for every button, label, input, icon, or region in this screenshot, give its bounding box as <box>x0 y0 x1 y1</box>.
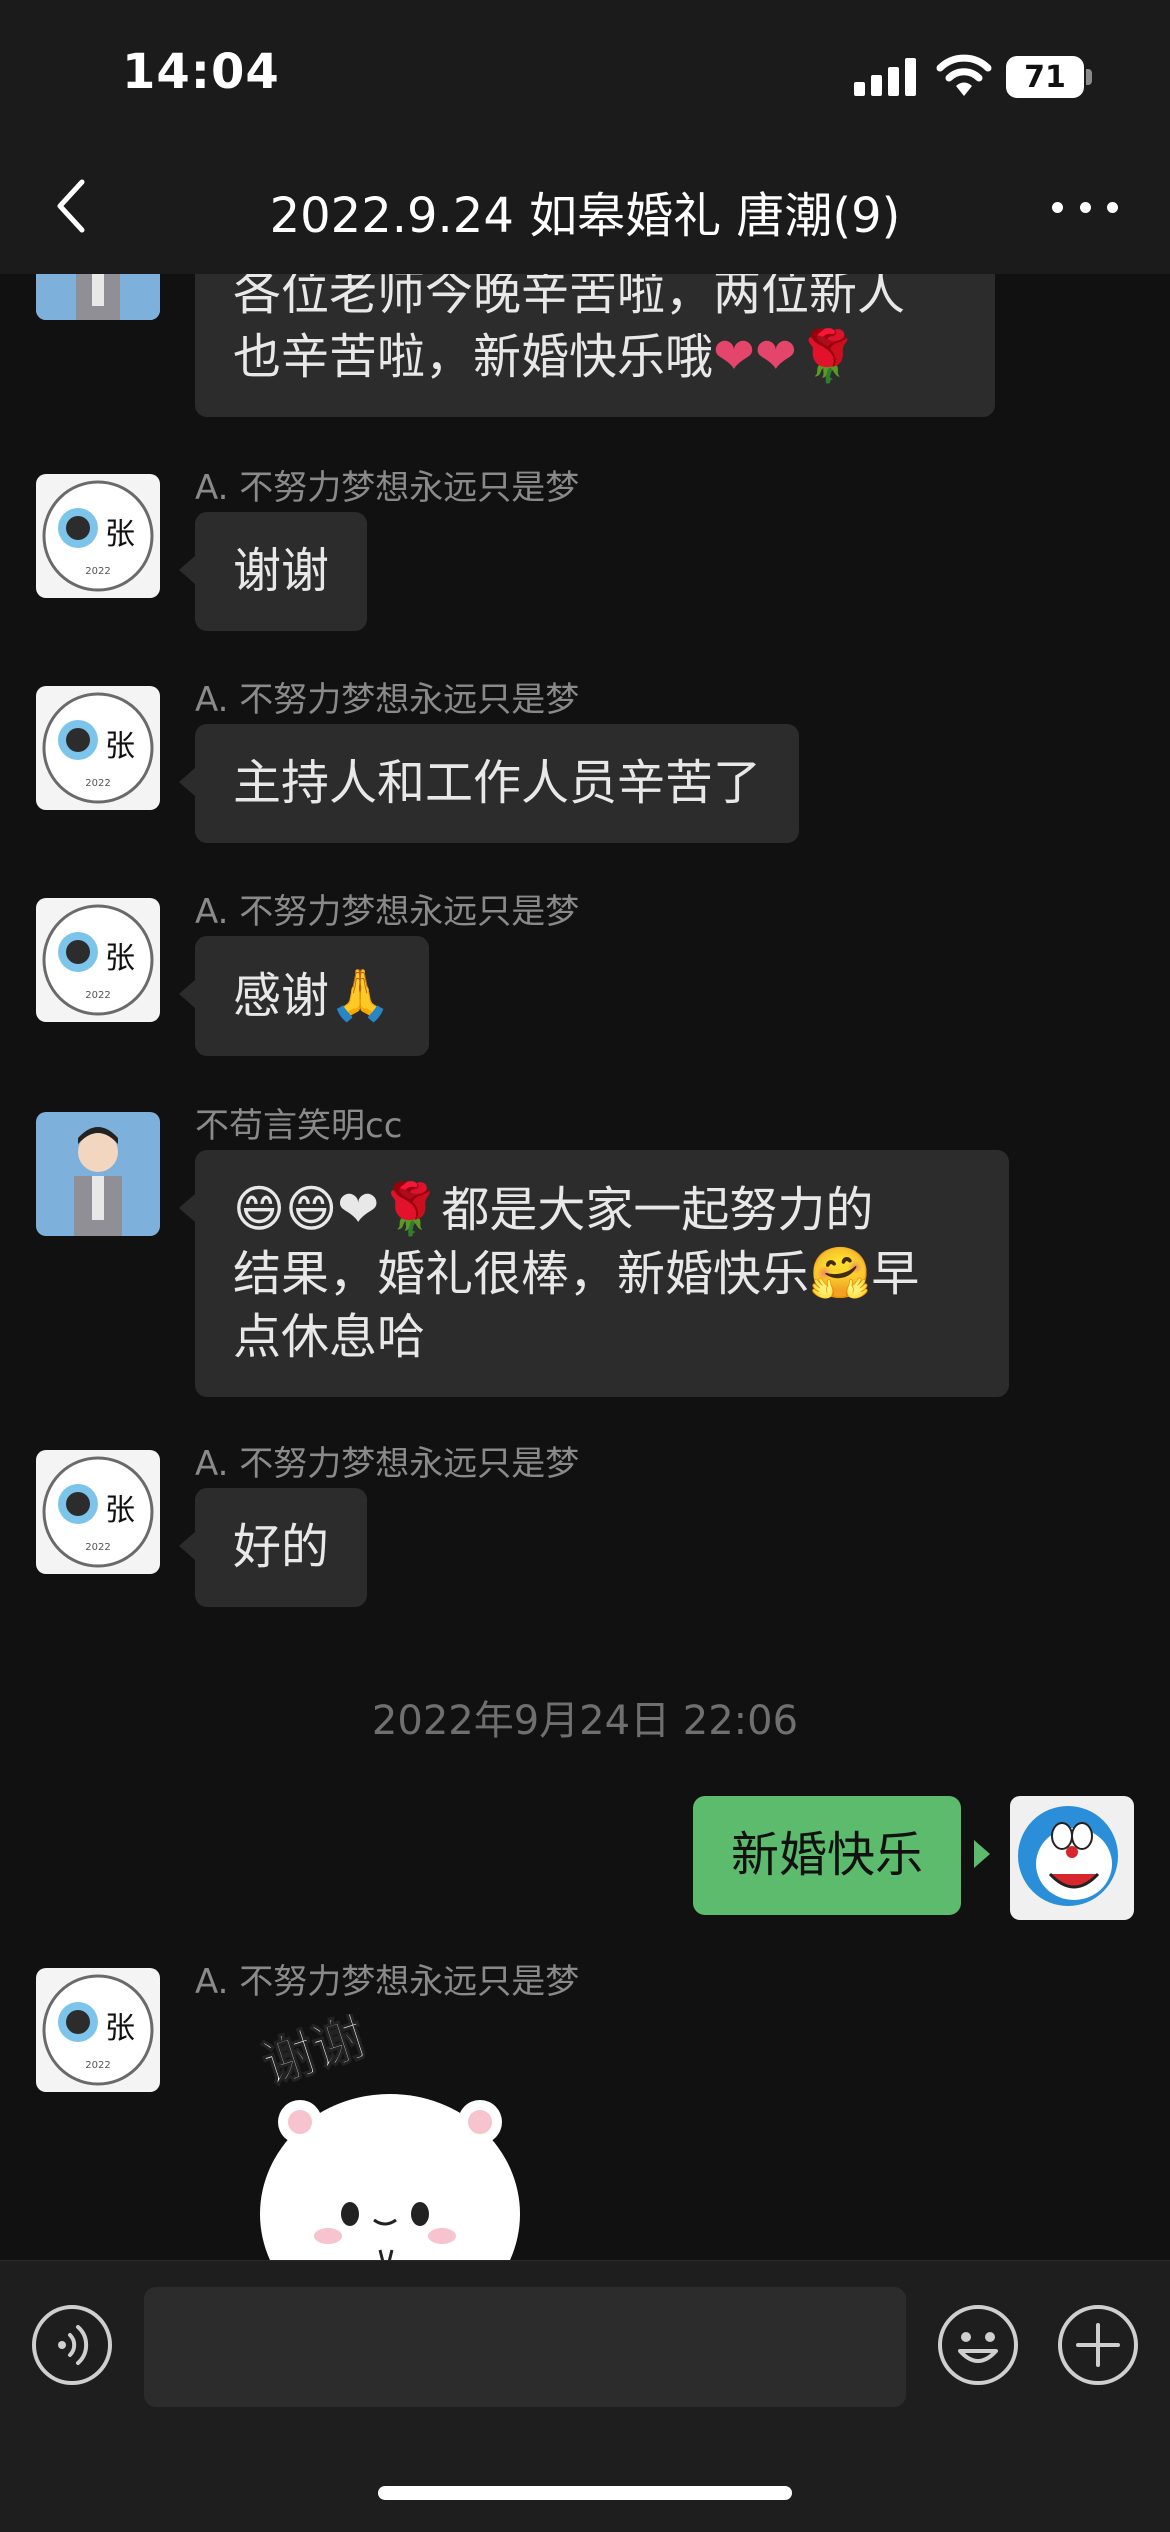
message-line: 早 <box>871 1246 920 1302</box>
sticker[interactable]: 谢谢 <box>200 2006 540 2260</box>
sender-name: A. 不努力梦想永远只是梦 <box>195 468 580 508</box>
more-dots-icon <box>1052 201 1063 213</box>
avatar-zhang[interactable]: 张 2022 <box>36 474 160 598</box>
avatar-zhang-text: 张 <box>105 517 135 552</box>
wifi-icon <box>936 54 992 96</box>
avatar-year-text: 2022 <box>85 990 110 1001</box>
nav-bar: 2022.9.24 如皋婚礼 唐潮(9) <box>0 140 1170 274</box>
message-bubble[interactable]: 谢谢 <box>195 512 368 631</box>
message-line: 也辛苦啦，新婚快乐哦 <box>233 329 714 385</box>
message-line: 各位老师今晚辛苦啦，两位新人 <box>233 274 906 321</box>
avatar-year-text: 2022 <box>85 566 110 577</box>
avatar-year-text: 2022 <box>85 778 110 789</box>
avatar-zhang[interactable]: 张 2022 <box>36 686 160 810</box>
more-button[interactable] <box>1052 190 1118 224</box>
message-line: 点休息哈 <box>233 1309 426 1365</box>
avatar-year-text: 2022 <box>85 1542 110 1553</box>
status-bar: 14:04 71 <box>0 0 1170 140</box>
avatar-zhang-text: 张 <box>105 1493 135 1528</box>
avatar-self[interactable] <box>1010 1796 1134 1920</box>
home-indicator[interactable] <box>378 2486 792 2500</box>
sticker-text: 谢谢 <box>255 2014 372 2096</box>
battery-level: 71 <box>1006 56 1084 98</box>
signal-icon <box>854 58 916 96</box>
avatar-zhang[interactable]: 张 2022 <box>36 898 160 1022</box>
message-list[interactable]: 各位老师今晚辛苦啦，两位新人 也辛苦啦，新婚快乐哦❤❤🌹 张 2022 A. 不努… <box>0 274 1170 2260</box>
message-input[interactable] <box>144 2287 906 2407</box>
avatar-zhang[interactable]: 张 2022 <box>36 1450 160 1574</box>
voice-icon[interactable] <box>30 2303 114 2387</box>
message-line: 结果，婚礼很棒，新婚快乐 <box>233 1246 810 1302</box>
avatar-year-text: 2022 <box>85 2060 110 2071</box>
message-bubble[interactable]: 好的 <box>195 1488 368 1607</box>
message-bubble-outgoing[interactable]: 新婚快乐 <box>693 1796 962 1915</box>
status-time: 14:04 <box>122 44 280 100</box>
pray-emoji: 🙏 <box>329 966 392 1024</box>
heart-rose-emoji: ❤❤🌹 <box>713 327 860 385</box>
message-bubble[interactable]: 感谢🙏 <box>195 936 430 1056</box>
message-text: 感谢 <box>233 968 330 1024</box>
emoji-icon[interactable] <box>936 2303 1020 2387</box>
sender-name: A. 不努力梦想永远只是梦 <box>195 892 580 932</box>
avatar-zhang-text: 张 <box>105 941 135 976</box>
sender-name: A. 不努力梦想永远只是梦 <box>195 680 580 720</box>
sender-name: A. 不努力梦想永远只是梦 <box>195 1962 580 2002</box>
message-bubble[interactable]: 各位老师今晚辛苦啦，两位新人 也辛苦啦，新婚快乐哦❤❤🌹 <box>195 274 995 417</box>
avatar-mingcc[interactable] <box>36 274 160 320</box>
grin-heart-rose-emoji: 😄😄❤🌹 <box>233 1180 442 1238</box>
message-bubble[interactable]: 主持人和工作人员辛苦了 <box>195 724 800 843</box>
sender-name: 不苟言笑明cc <box>195 1106 403 1146</box>
message-bubble[interactable]: 😄😄❤🌹都是大家一起努力的 结果，婚礼很棒，新婚快乐🤗早 点休息哈 <box>195 1150 1009 1397</box>
plus-icon[interactable] <box>1056 2303 1140 2387</box>
avatar-mingcc[interactable] <box>36 1112 160 1236</box>
hug-emoji: 🤗 <box>809 1244 872 1302</box>
chat-screen: 14:04 71 2022.9.24 如皋婚礼 唐潮(9) 各位老师今晚辛苦啦，… <box>0 0 1170 2532</box>
battery-icon: 71 <box>1006 56 1092 98</box>
timestamp: 2022年9月24日 22:06 <box>371 1698 799 1744</box>
message-line: 都是大家一起努力的 <box>441 1182 874 1238</box>
avatar-zhang-text: 张 <box>105 2011 135 2046</box>
avatar-zhang[interactable]: 张 2022 <box>36 1968 160 2092</box>
sender-name: A. 不努力梦想永远只是梦 <box>195 1444 580 1484</box>
avatar-zhang-text: 张 <box>105 729 135 764</box>
chat-title: 2022.9.24 如皋婚礼 唐潮(9) <box>269 188 901 244</box>
